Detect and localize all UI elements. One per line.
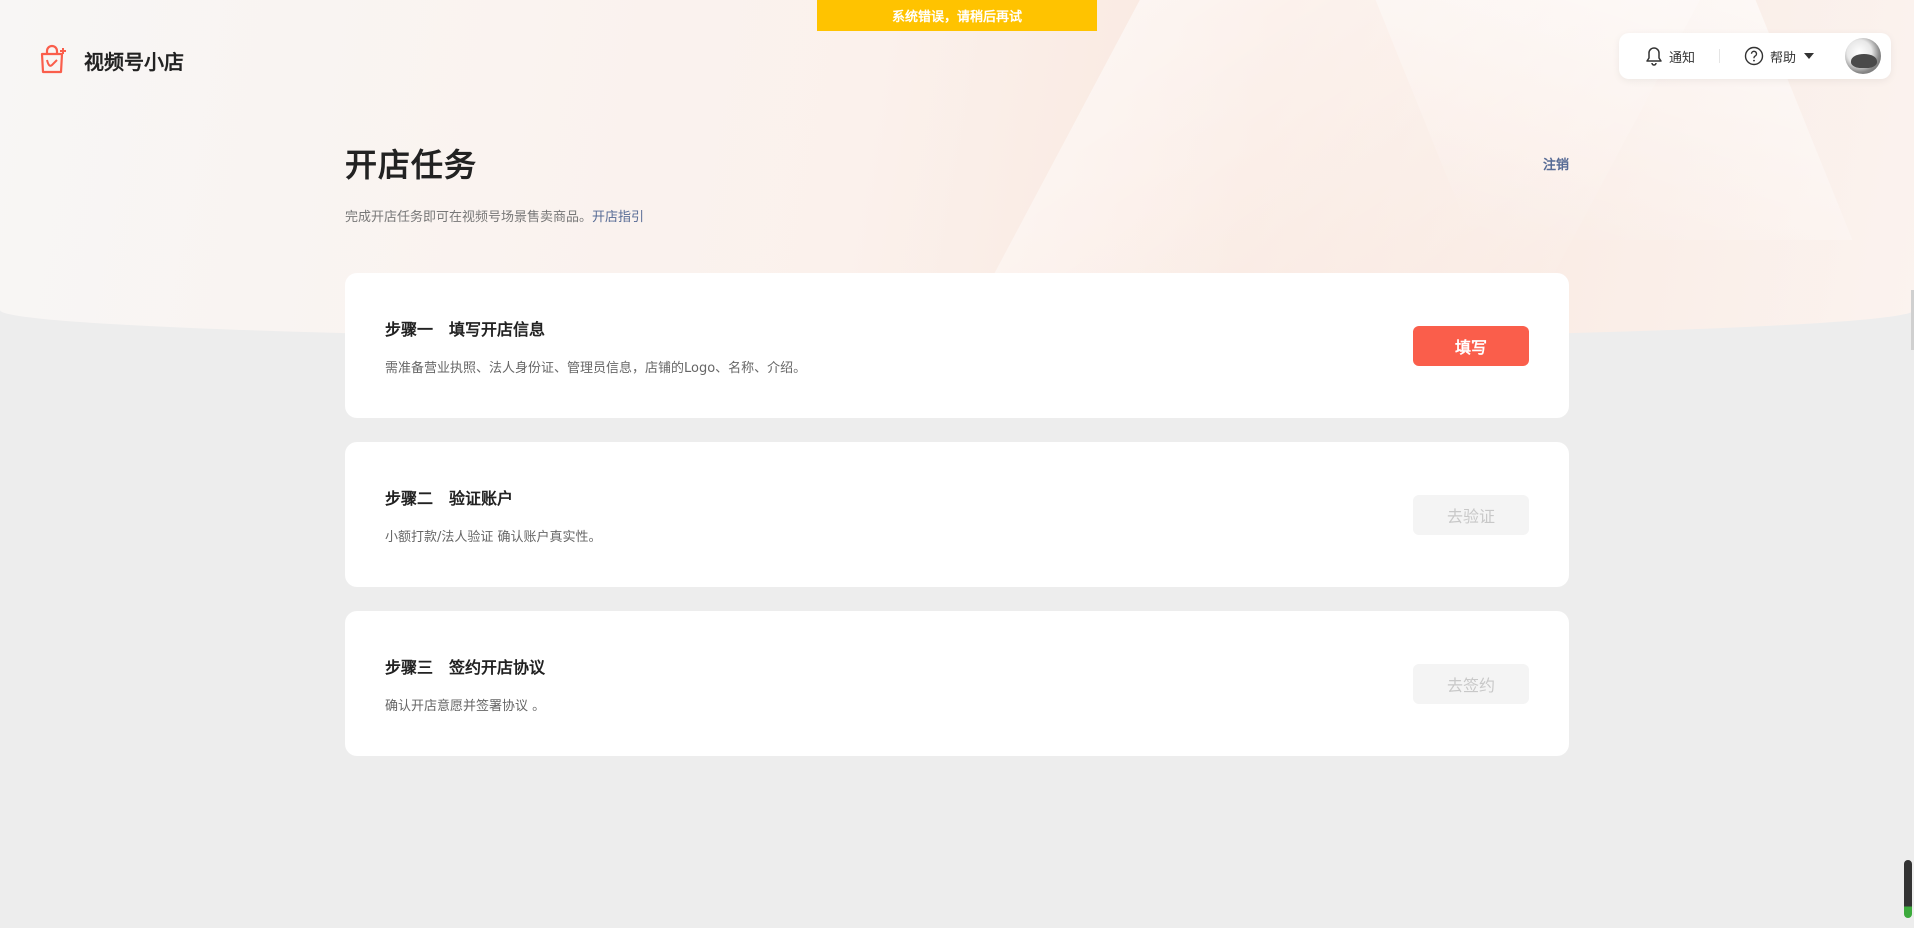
notify-button[interactable]: 通知 (1645, 46, 1695, 66)
error-banner: 系统错误，请稍后再试 (817, 0, 1097, 31)
step-card: 步骤一 填写开店信息 需准备营业执照、法人身份证、管理员信息，店铺的Logo、名… (345, 273, 1569, 418)
help-label: 帮助 (1770, 50, 1797, 66)
help-menu-button[interactable]: 帮助 (1744, 46, 1815, 66)
step-title: 步骤二 验证账户 (385, 489, 514, 508)
page-title: 开店任务 (345, 146, 478, 184)
step-description: 需准备营业执照、法人身份证、管理员信息，店铺的Logo、名称、介绍。 (385, 361, 807, 376)
brand-name: 视频号小店 (84, 49, 184, 74)
divider (1719, 49, 1721, 63)
subtitle-text: 完成开店任务即可在视频号场景售卖商品。 (345, 210, 593, 225)
brand-logo[interactable]: 视频号小店 (36, 44, 184, 76)
chevron-down-icon (1804, 53, 1815, 59)
top-actions-bar: 通知 帮助 (1619, 33, 1891, 79)
step-card: 步骤二 验证账户 小额打款/法人验证 确认账户真实性。 去验证 (345, 442, 1569, 587)
step-description: 确认开店意愿并签署协议 。 (385, 699, 546, 714)
notify-label: 通知 (1669, 50, 1696, 66)
avatar[interactable] (1845, 38, 1881, 74)
step-card: 步骤三 签约开店协议 确认开店意愿并签署协议 。 去签约 (345, 611, 1569, 756)
verify-account-button[interactable]: 去验证 (1413, 495, 1529, 535)
page-subtitle: 完成开店任务即可在视频号场景售卖商品。开店指引 (345, 206, 1569, 225)
step-title: 步骤一 填写开店信息 (385, 320, 546, 339)
logout-link[interactable]: 注销 (1543, 154, 1569, 173)
guide-link[interactable]: 开店指引 (592, 210, 644, 225)
step-title: 步骤三 签约开店协议 (385, 658, 546, 677)
bell-icon (1646, 47, 1662, 66)
fill-info-button[interactable]: 填写 (1413, 326, 1529, 366)
step-description: 小额打款/法人验证 确认账户真实性。 (385, 530, 602, 545)
question-circle-icon (1744, 46, 1764, 66)
page-header: 开店任务 完成开店任务即可在视频号场景售卖商品。开店指引 注销 (345, 140, 1569, 225)
sign-agreement-button[interactable]: 去签约 (1413, 664, 1529, 704)
shop-bag-icon (40, 44, 66, 74)
scrollbar-thumb[interactable] (1904, 860, 1912, 918)
